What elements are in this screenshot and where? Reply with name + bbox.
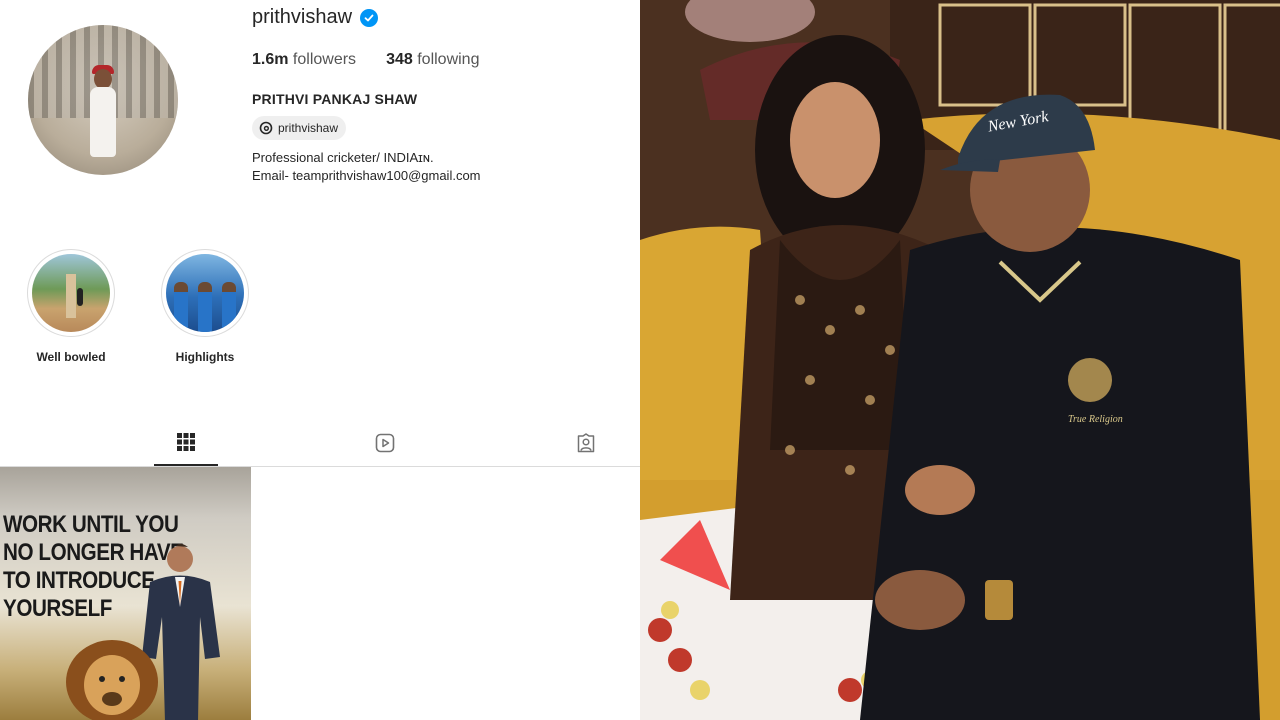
highlight-ring bbox=[161, 249, 249, 337]
highlight-ring bbox=[27, 249, 115, 337]
profile-full-name: PRITHVI PANKAJ SHAW bbox=[252, 91, 418, 107]
following-label: following bbox=[417, 51, 480, 68]
threads-link[interactable]: prithvishaw bbox=[252, 116, 347, 140]
shirt-logo-text: True Religion bbox=[1068, 414, 1123, 425]
highlight-highlights[interactable]: Highlights bbox=[160, 249, 250, 364]
profile-tabs bbox=[0, 420, 640, 467]
post-lion-illustration bbox=[66, 640, 158, 720]
profile-username: prithvishaw bbox=[252, 6, 353, 28]
post-thumbnail[interactable]: WORK UNTIL YOU NO LONGER HAVE TO INTRODU… bbox=[0, 467, 251, 720]
instagram-profile-panel: prithvishaw 1.6m followers 348 following… bbox=[0, 0, 640, 720]
tab-reels[interactable] bbox=[353, 420, 417, 465]
highlight-cover-image bbox=[166, 254, 244, 332]
avatar-body bbox=[90, 87, 116, 157]
tab-posts[interactable] bbox=[154, 420, 218, 466]
profile-bio: Professional cricketer/ INDIAɪɴ. Email- … bbox=[252, 149, 481, 185]
couple-photo-illustration: New York True Religion bbox=[640, 0, 1280, 720]
highlight-label: Highlights bbox=[175, 350, 235, 364]
followers-count: 1.6m bbox=[252, 51, 289, 68]
threads-handle: prithvishaw bbox=[278, 121, 339, 135]
highlight-cover-image bbox=[32, 254, 110, 332]
profile-username-row: prithvishaw bbox=[252, 6, 379, 29]
grid-icon bbox=[177, 433, 195, 451]
profile-avatar[interactable] bbox=[28, 25, 178, 175]
following-count: 348 bbox=[386, 51, 413, 68]
post-quote-line: WORK UNTIL YOU bbox=[3, 511, 179, 538]
bio-line: Professional cricketer/ INDIAɪɴ. bbox=[252, 150, 434, 165]
profile-stats: 1.6m followers 348 following bbox=[252, 51, 479, 69]
following-link[interactable]: 348 following bbox=[386, 51, 479, 69]
bio-email: Email- teamprithvishaw100@gmail.com bbox=[252, 168, 481, 183]
verified-badge-icon bbox=[360, 8, 379, 27]
reels-icon bbox=[375, 433, 395, 452]
followers-label: followers bbox=[292, 51, 357, 68]
threads-icon bbox=[259, 121, 273, 135]
highlight-well-bowled[interactable]: Well bowled bbox=[26, 249, 116, 364]
tagged-icon bbox=[577, 432, 595, 452]
tab-tagged[interactable] bbox=[554, 420, 618, 465]
followers-link[interactable]: 1.6m followers bbox=[252, 51, 356, 69]
couple-photo: New York True Religion bbox=[640, 0, 1280, 720]
avatar-head bbox=[94, 69, 112, 89]
highlight-label: Well bowled bbox=[36, 350, 106, 364]
